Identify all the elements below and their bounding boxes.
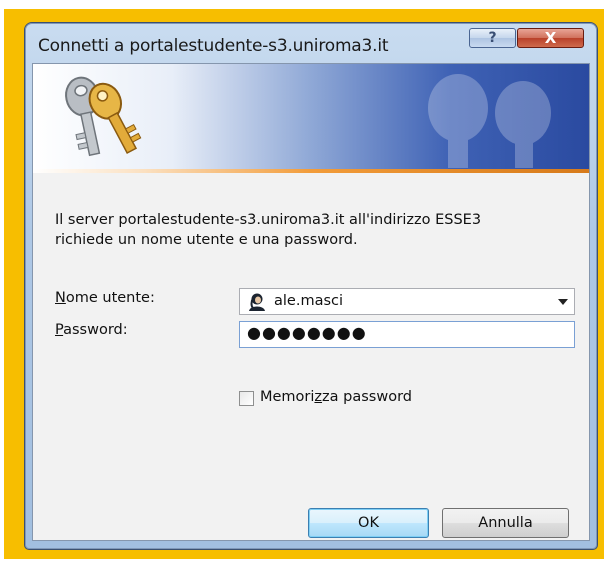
banner bbox=[33, 64, 589, 169]
close-button[interactable]: X bbox=[517, 28, 584, 48]
help-icon: ? bbox=[488, 30, 497, 46]
password-label: Password: bbox=[55, 322, 128, 338]
title-bar[interactable]: Connetti a portalestudente-s3.uniroma3.i… bbox=[25, 23, 597, 63]
remember-password-label[interactable]: Memorizza password bbox=[260, 389, 412, 405]
remember-password-checkbox[interactable] bbox=[239, 391, 254, 406]
dialog-content: Il server portalestudente-s3.uniroma3.it… bbox=[32, 63, 590, 541]
prompt-message-line1: Il server portalestudente-s3.uniroma3.it… bbox=[55, 212, 482, 228]
watermark-keys-icon bbox=[428, 74, 551, 168]
prompt-message: Il server portalestudente-s3.uniroma3.it… bbox=[55, 210, 575, 250]
ok-button[interactable]: OK bbox=[308, 508, 429, 538]
keys-icon bbox=[65, 76, 142, 157]
close-icon: X bbox=[544, 29, 557, 47]
password-field[interactable]: ●●●●●●●● bbox=[239, 321, 575, 348]
help-button[interactable]: ? bbox=[469, 28, 516, 48]
banner-divider bbox=[33, 169, 589, 173]
username-label: Nome utente: bbox=[55, 290, 155, 306]
username-combobox[interactable]: ale.masci bbox=[239, 288, 575, 315]
user-avatar-icon bbox=[249, 293, 265, 311]
chevron-down-icon[interactable] bbox=[558, 299, 568, 305]
username-value: ale.masci bbox=[274, 293, 344, 309]
cancel-button[interactable]: Annulla bbox=[442, 508, 569, 538]
dialog-title: Connetti a portalestudente-s3.uniroma3.i… bbox=[38, 36, 389, 56]
prompt-message-line2: richiede un nome utente e una password. bbox=[55, 232, 358, 248]
password-value: ●●●●●●●● bbox=[247, 323, 367, 342]
login-dialog: Connetti a portalestudente-s3.uniroma3.i… bbox=[24, 22, 598, 550]
